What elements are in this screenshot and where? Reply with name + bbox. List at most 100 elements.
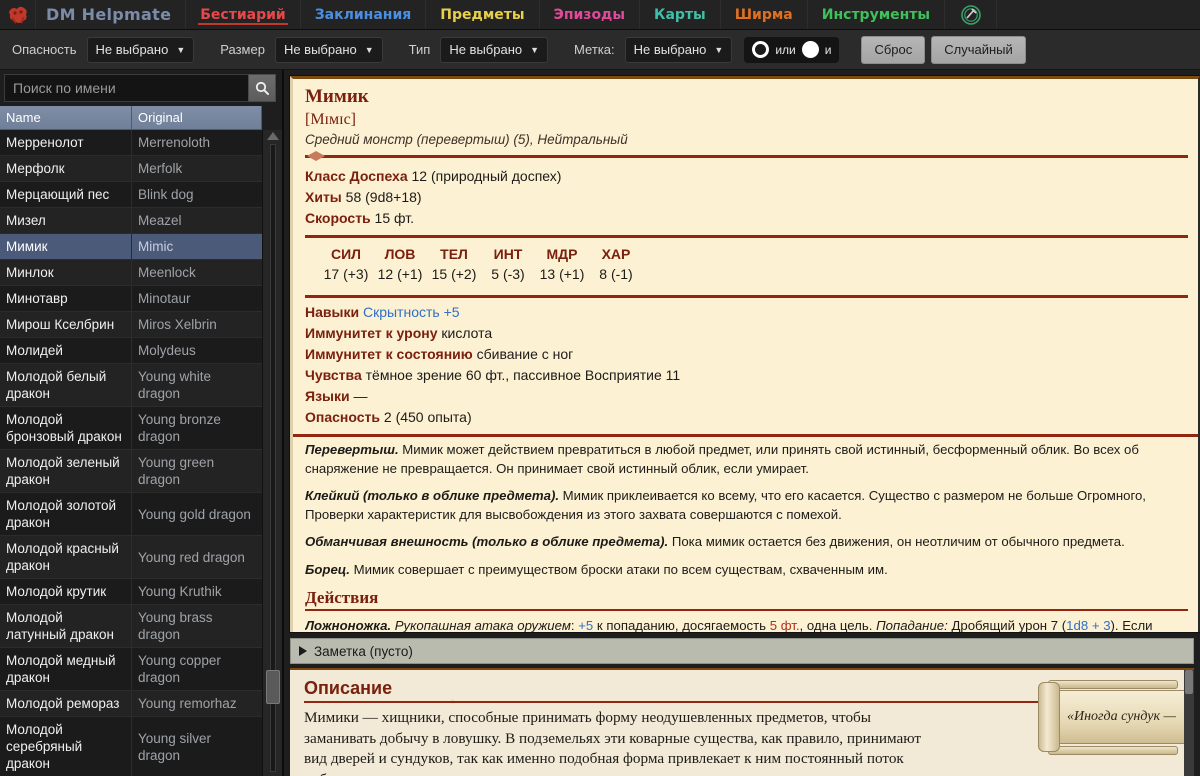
armor-class-value: 12 (природный доспех) [411, 168, 562, 184]
list-item-name: Мерцающий пес [0, 182, 132, 207]
nav-tab-spells-label: Заклинания [314, 6, 412, 23]
list-item[interactable]: Минотавр Minotaur [0, 286, 262, 312]
quote-text: «Иногда сундук — [1056, 690, 1194, 744]
list-item[interactable]: Мимик Mimic [0, 234, 262, 260]
filter-danger-dropdown[interactable]: Не выбрано ▼ [86, 36, 195, 63]
list-item[interactable]: Молодой золотой дракон Young gold dragon [0, 493, 262, 536]
list-item[interactable]: Мирош Кселбрин Miros Xelbrin [0, 312, 262, 338]
nav-tab-bestiary[interactable]: Бестиарий [186, 0, 301, 29]
nav-tab-spells[interactable]: Заклинания [301, 0, 427, 29]
list-item[interactable]: Молодой медный дракон Young copper dragon [0, 648, 262, 691]
list-item-original: Blink dog [138, 187, 194, 202]
list-item[interactable]: Молодой серебряный дракон Young silver dr… [0, 717, 262, 776]
filter-tag-dropdown[interactable]: Не выбрано ▼ [624, 36, 733, 63]
radio-and[interactable] [801, 41, 819, 58]
filter-danger-label: Опасность [12, 42, 77, 57]
list-item[interactable]: Молодой крутик Young Kruthik [0, 579, 262, 605]
list-item[interactable]: Молодой ремораз Young remorhaz [0, 691, 262, 717]
action-pseudopod-dice[interactable]: 1d8 + 3 [1066, 618, 1110, 632]
languages-label: Языки [305, 388, 350, 404]
damage-immunity-value: кислота [441, 325, 493, 341]
list-item[interactable]: Молидей Molydeus [0, 338, 262, 364]
list-item-name: Молодой зеленый дракон [0, 450, 132, 492]
trait-false-appearance-name: Обманчивая внешность (только в облике пр… [305, 534, 669, 549]
filter-size-dropdown[interactable]: Не выбрано ▼ [274, 36, 383, 63]
scroll-up-arrow-icon[interactable] [267, 132, 279, 140]
list-item[interactable]: Молодой зеленый дракон Young green dragon [0, 450, 262, 493]
creature-list: Мерренолот Merrenoloth Мерфолк Merfolk Мерца… [0, 130, 262, 776]
list-item-original: Young copper dragon [138, 653, 221, 685]
app-logo[interactable] [0, 0, 36, 29]
action-pseudopod-bonus[interactable]: +5 [578, 618, 593, 632]
list-item-name: Молодой серебряный дракон [0, 717, 132, 776]
chevron-down-icon: ▼ [176, 44, 186, 55]
list-scroll-thumb[interactable] [266, 670, 280, 704]
armor-class-row: Класс Доспеха 12 (природный доспех) [305, 166, 1188, 187]
filter-logic-radiogroup: или и [744, 36, 840, 63]
trait-adhesive-text1: Мимик приклеивается ко всему, что его ка… [559, 488, 1146, 503]
column-header-original[interactable]: Original [132, 106, 262, 130]
skills-row: Навыки Скрытность +5 [305, 302, 1188, 323]
list-item-name: Молодой бронзовый дракон [0, 407, 132, 449]
search-input[interactable] [4, 74, 248, 102]
description-scroll-thumb[interactable] [1185, 670, 1193, 694]
senses-value: тёмное зрение 60 фт., пассивное Восприят… [365, 367, 681, 383]
search-icon [255, 81, 269, 95]
nav-tab-screen[interactable]: Ширма [721, 0, 808, 29]
description-line-1: Мимики — хищники, способные принимать фо… [304, 709, 871, 726]
list-wrapper: Мерренолот Merrenoloth Мерфолк Merfolk Мерца… [0, 130, 282, 776]
trait-shapechanger-text1: Мимик может действием превратиться в люб… [398, 442, 1139, 457]
skills-value[interactable]: Скрытность +5 [363, 304, 460, 320]
reset-button[interactable]: Сброс [861, 35, 926, 64]
random-button[interactable]: Случайный [931, 35, 1026, 64]
radio-or[interactable] [752, 41, 770, 58]
nav-tab-tools[interactable]: Инструменты [808, 0, 946, 29]
list-item[interactable]: Молодой бронзовый дракон Young bronze dra… [0, 407, 262, 450]
app-brand-title: DM Helpmate [36, 0, 187, 29]
actions-heading: Действия [305, 588, 1188, 611]
list-item[interactable]: Мизел Meazel [0, 208, 262, 234]
nav-tab-items[interactable]: Предметы [426, 0, 540, 29]
description-scrollbar[interactable] [1184, 670, 1194, 776]
hit-points-value: 58 (9d8+18) [345, 189, 422, 205]
list-item-name: Мимик [0, 234, 132, 259]
list-item[interactable]: Молодой красный дракон Young red dragon [0, 536, 262, 579]
list-item[interactable]: Минлок Meenlock [0, 260, 262, 286]
list-item[interactable]: Мерренолот Merrenoloth [0, 130, 262, 156]
creature-original-name: [Mɪмɪc] [305, 111, 356, 128]
filter-type-dropdown[interactable]: Не выбрано ▼ [440, 36, 549, 63]
filter-tag-value: Не выбрано [633, 42, 707, 57]
traits-section: Перевертыш. Мимик может действием превра… [293, 437, 1198, 579]
tools-button[interactable] [945, 0, 998, 29]
trait-adhesive-name: Клейкий (только в облике предмета). [305, 488, 560, 503]
column-header-name[interactable]: Name [0, 106, 132, 130]
list-item[interactable]: Мерцающий пес Blink dog [0, 182, 262, 208]
list-item-original: Mimic [138, 239, 174, 254]
list-item-name: Молодой золотой дракон [0, 493, 132, 535]
ability-scores: СИЛ 17 (+3) ЛОВ 12 (+1) ТЕЛ 15 (+2) ИНТ … [305, 242, 1188, 289]
list-item-name: Мерренолот [0, 130, 132, 155]
quote-scroll-roll [1038, 682, 1060, 752]
nav-tab-maps-label: Карты [654, 6, 706, 23]
list-item[interactable]: Молодой латунный дракон Young brass drago… [0, 605, 262, 648]
ability-int-label: ИНТ [493, 246, 523, 262]
ability-str-label: СИЛ [331, 246, 361, 262]
list-item-original: Young silver dragon [138, 730, 212, 763]
nav-tab-episodes[interactable]: Эпизоды [540, 0, 641, 29]
list-item-original: Young bronze dragon [138, 412, 221, 444]
search-button[interactable] [248, 74, 276, 102]
list-item-name: Мирош Кселбрин [0, 312, 132, 337]
list-scrollbar[interactable] [262, 130, 282, 776]
list-item-name: Минотавр [0, 286, 132, 311]
list-item[interactable]: Молодой белый дракон Young white dragon [0, 364, 262, 407]
list-item-original: Miros Xelbrin [138, 317, 217, 332]
red-dragon-logo-icon [8, 6, 27, 24]
main-area: Name Original Мерренолот Merrenoloth Мерфо… [0, 70, 1200, 776]
chevron-down-icon: ▼ [530, 44, 540, 55]
note-toggle-bar[interactable]: Заметка (пусто) [290, 638, 1194, 664]
list-item[interactable]: Мерфолк Merfolk [0, 156, 262, 182]
damage-immunity-row: Иммунитет к урону кислота [305, 323, 1188, 344]
ability-con: ТЕЛ 15 (+2) [427, 244, 481, 285]
nav-tab-maps[interactable]: Карты [640, 0, 721, 29]
divider-below-abilities [305, 295, 1188, 298]
